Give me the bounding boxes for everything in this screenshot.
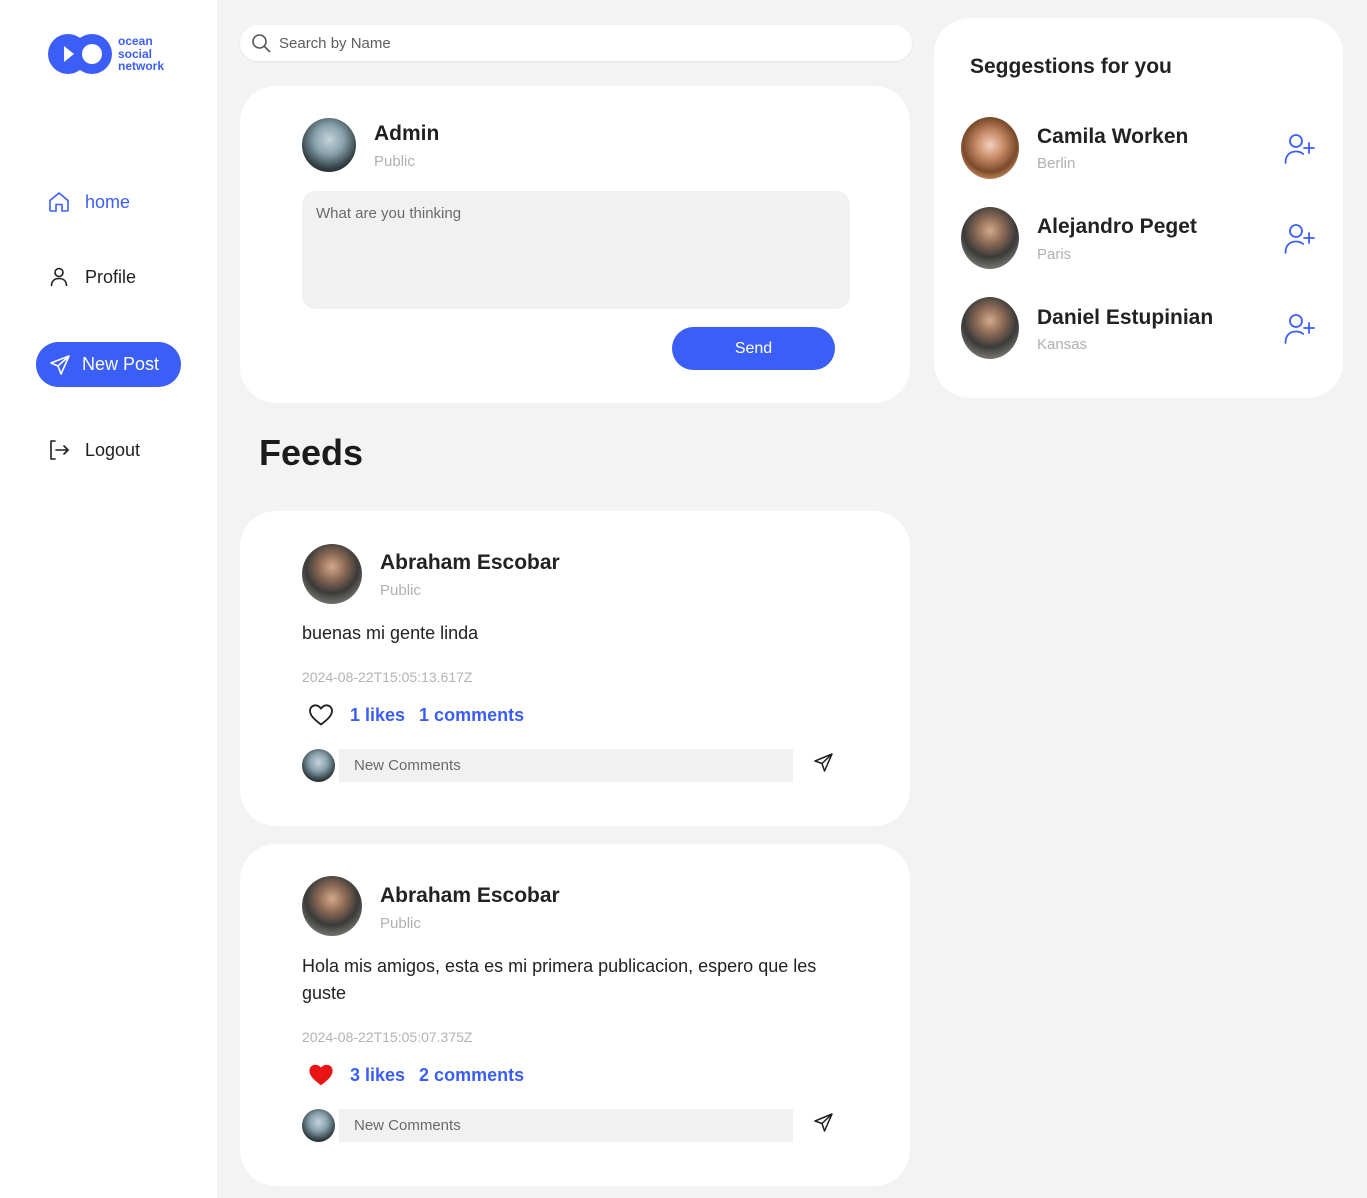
likes-count[interactable]: 3 likes (350, 1065, 405, 1086)
logo-line-3: network (118, 59, 165, 74)
suggestion-avatar[interactable] (961, 207, 1019, 269)
nav-logout-label: Logout (85, 439, 141, 460)
suggestion-avatar[interactable] (961, 297, 1019, 359)
comments-count[interactable]: 1 comments (419, 705, 524, 726)
nav-logout[interactable]: Logout (47, 438, 140, 462)
post-date: 2024-08-22T15:05:13.617Z (302, 669, 473, 685)
feeds-title: Feeds (259, 432, 364, 473)
suggestions-title: Seggestions for you (970, 55, 1172, 78)
home-icon (47, 190, 71, 214)
add-friend-icon[interactable] (1283, 311, 1317, 345)
post-author[interactable]: Abraham Escobar (380, 551, 560, 575)
suggestion-name[interactable]: Alejandro Peget (1037, 215, 1197, 239)
post-author[interactable]: Abraham Escobar (380, 884, 560, 908)
search-input[interactable] (279, 34, 879, 52)
app-logo[interactable]: ocean social network (47, 33, 164, 75)
post-card: Abraham Escobar Public buenas mi gente l… (240, 511, 910, 826)
suggestions-panel: Seggestions for you Camila Worken Berlin… (934, 18, 1343, 398)
post-actions: 3 likes 2 comments (308, 1062, 538, 1088)
nav-home-label: home (85, 191, 131, 212)
post-actions: 1 likes 1 comments (308, 702, 538, 728)
send-comment-icon[interactable] (812, 1111, 836, 1135)
nav-profile[interactable]: Profile (47, 265, 136, 289)
nav-profile-label: Profile (85, 266, 137, 287)
send-button[interactable]: Send (672, 327, 835, 370)
likes-count[interactable]: 1 likes (350, 705, 405, 726)
suggestion-city: Berlin (1037, 155, 1076, 172)
nav-home[interactable]: home (47, 190, 130, 214)
suggestion-name[interactable]: Daniel Estupinian (1037, 306, 1213, 330)
suggestion-name[interactable]: Camila Worken (1037, 125, 1188, 149)
search-bar (240, 25, 912, 61)
comment-input[interactable] (339, 749, 793, 782)
comment-row (302, 749, 793, 782)
heart-outline-icon[interactable] (308, 702, 336, 728)
sidebar: ocean social network home Profile New Po… (0, 0, 217, 1198)
author-avatar[interactable] (302, 544, 362, 604)
logo-line-1: ocean (118, 34, 153, 49)
post-text: buenas mi gente linda (302, 623, 479, 643)
logo-text: ocean social network (118, 35, 164, 73)
post-text: Hola mis amigos, esta es mi primera publ… (302, 956, 817, 1003)
heart-filled-icon[interactable] (308, 1062, 336, 1088)
post-composer: Admin Public Send (240, 86, 910, 403)
add-friend-icon[interactable] (1283, 131, 1317, 165)
search-icon (251, 33, 271, 53)
send-comment-icon[interactable] (812, 751, 836, 775)
new-post-button[interactable]: New Post (36, 342, 181, 387)
suggestion-avatar[interactable] (961, 117, 1019, 179)
post-date: 2024-08-22T15:05:07.375Z (302, 1029, 473, 1045)
author-avatar[interactable] (302, 876, 362, 936)
post-visibility: Public (380, 582, 421, 599)
new-post-label: New Post (82, 354, 160, 374)
comment-row (302, 1109, 793, 1142)
suggestion-city: Kansas (1037, 336, 1088, 353)
post-visibility: Public (380, 915, 421, 932)
composer-visibility: Public (374, 153, 415, 170)
post-text-input[interactable] (302, 191, 850, 309)
post-card: Abraham Escobar Public Hola mis amigos, … (240, 844, 910, 1186)
logo-icon (47, 33, 113, 75)
add-friend-icon[interactable] (1283, 221, 1317, 255)
suggestion-city: Paris (1037, 246, 1072, 263)
comment-input[interactable] (339, 1109, 793, 1142)
comments-count[interactable]: 2 comments (419, 1065, 524, 1086)
paper-plane-icon (48, 353, 72, 377)
avatar (302, 749, 335, 782)
avatar (302, 118, 356, 172)
logout-icon (47, 438, 71, 462)
user-icon (47, 265, 71, 289)
avatar (302, 1109, 335, 1142)
composer-user-name: Admin (374, 122, 440, 145)
